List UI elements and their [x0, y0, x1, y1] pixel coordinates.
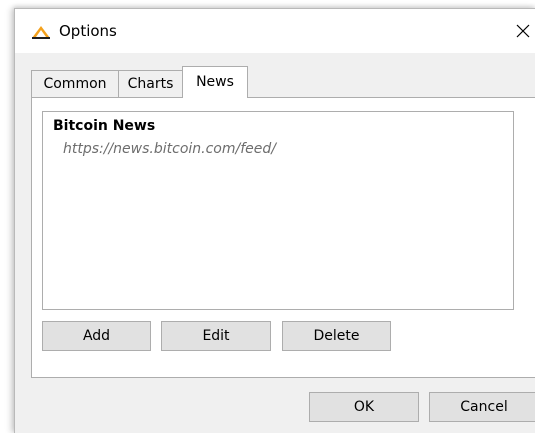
close-button[interactable]	[510, 9, 535, 53]
add-button[interactable]: Add	[42, 321, 151, 351]
feed-list[interactable]: Bitcoin News https://news.bitcoin.com/fe…	[42, 111, 514, 310]
tab-common[interactable]: Common	[31, 70, 119, 97]
delete-button[interactable]: Delete	[282, 321, 391, 351]
cancel-button[interactable]: Cancel	[429, 392, 535, 422]
title-bar[interactable]: Options	[15, 9, 535, 53]
feed-url: https://news.bitcoin.com/feed/	[63, 141, 276, 157]
tab-charts[interactable]: Charts	[118, 70, 183, 97]
tab-news[interactable]: News	[182, 66, 248, 98]
feed-name: Bitcoin News	[53, 118, 156, 134]
ok-button[interactable]: OK	[309, 392, 419, 422]
edit-button[interactable]: Edit	[161, 321, 271, 351]
window-title: Options	[59, 22, 117, 40]
close-icon	[516, 24, 530, 38]
news-tab-panel: Bitcoin News https://news.bitcoin.com/fe…	[31, 97, 535, 378]
trading-app-icon	[32, 26, 50, 39]
options-dialog: Options Common Charts News Bitcoin News …	[14, 8, 535, 433]
